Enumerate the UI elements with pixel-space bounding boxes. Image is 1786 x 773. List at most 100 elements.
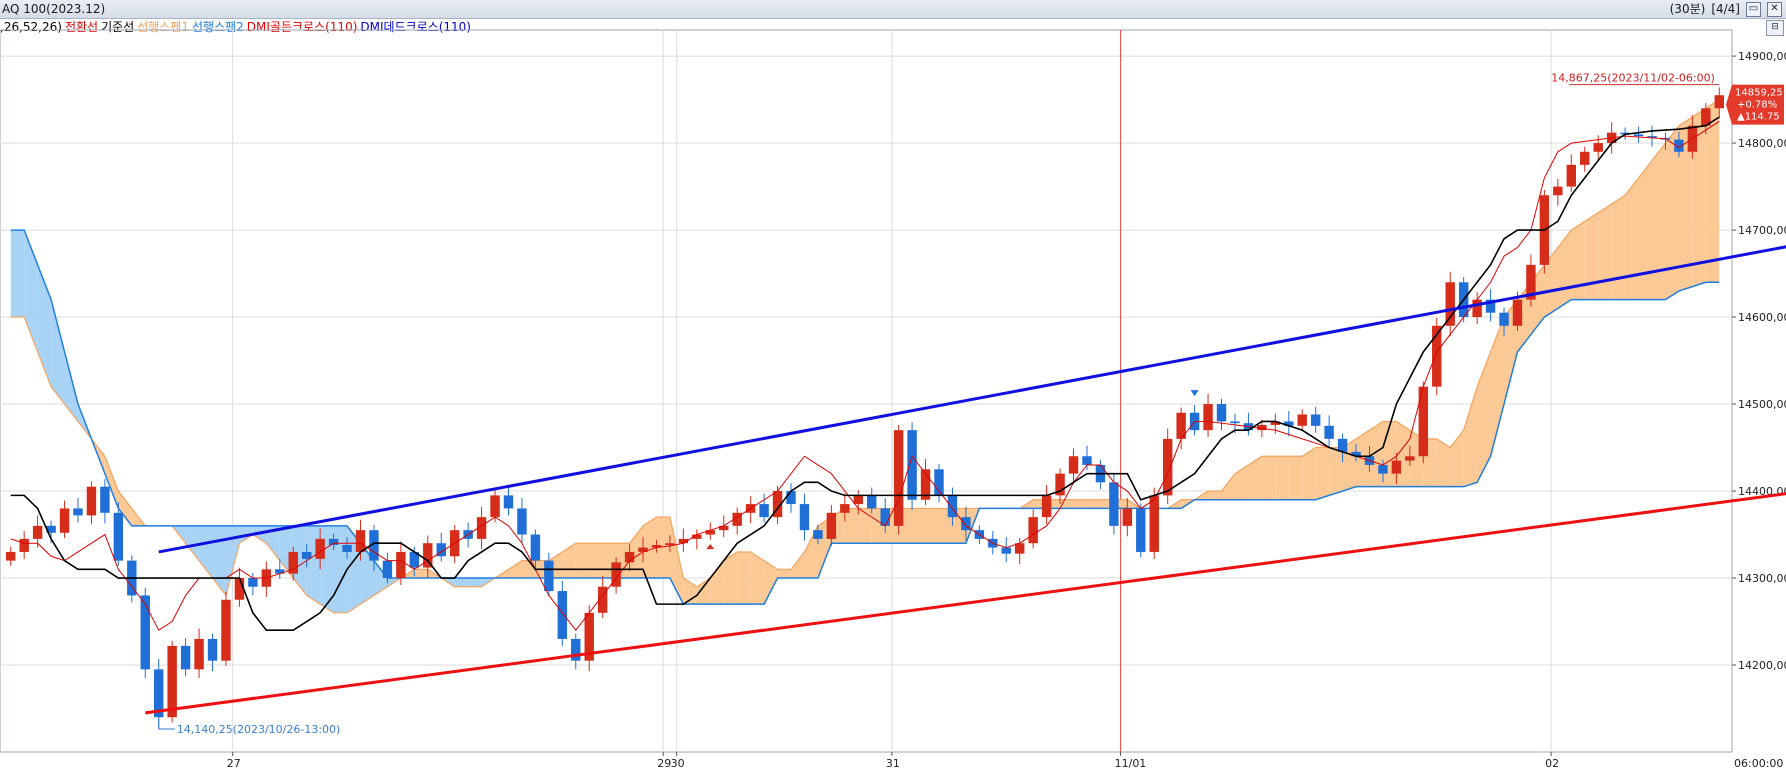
candle-body [32,525,43,539]
candle-body [517,508,527,535]
candle-body [221,599,231,661]
candle-body [947,495,958,518]
candle-body [1445,282,1455,326]
ichimoku-cloud-segment [1248,456,1262,500]
candle-body [301,551,312,559]
golden-cross-marker [706,544,715,550]
tenkan-line [10,120,1720,632]
change-pct-label: +0.78% [1737,100,1777,111]
ichimoku-cloud-segment [1329,447,1343,496]
ichimoku-cloud-segment [1638,160,1653,300]
ichimoku-cloud-segment [1584,212,1599,300]
plot-area [0,29,1733,753]
candle-body [1203,404,1213,431]
ichimoku-cloud-segment [589,543,603,579]
candle-body [234,578,245,600]
ichimoku-cloud-segment [212,525,226,596]
candle-body [1109,482,1119,526]
x-tick-label: 27 [227,757,241,770]
candle-body [1216,404,1227,422]
ichimoku-cloud-segment [737,551,751,605]
ichimoku-cloud-segment [306,525,321,605]
candle-body [1068,456,1079,474]
y-tick-label: 14300,00 [1738,572,1786,585]
ichimoku-cloud-segment [508,560,522,579]
y-tick-label: 14900,00 [1738,50,1786,63]
candle-body [786,491,796,505]
dead-cross-marker [1190,390,1199,397]
candle-body [382,560,393,579]
ichimoku-cloud-segment [1275,456,1289,500]
candle-body [248,578,258,587]
ichimoku-cloud-segment [858,508,872,544]
candle-body [1553,186,1563,196]
last-price-label: 14859,25 [1735,88,1783,99]
candle-body [1593,143,1603,152]
ichimoku-cloud-segment [414,569,428,579]
ichimoku-cloud-segment [1086,499,1101,509]
ichimoku-cloud-segment [710,560,724,605]
y-tick-label: 14200,00 [1738,659,1786,672]
candle-body [1162,438,1173,496]
candle-body [1324,425,1334,439]
candle-body [1082,456,1092,465]
candle-body [396,551,406,579]
candle-body [1378,464,1388,474]
ichimoku-cloud-segment [468,578,482,587]
candle-body [167,645,177,718]
change-abs-label: ▲114.75 [1737,112,1780,123]
candle-body [1391,460,1402,474]
candle-body [342,544,352,552]
ichimoku-cloud-segment [777,569,792,579]
candlestick-chart: 14900,00 14800,00 14700,00 14600,00 14500,00… [0,29,1786,770]
candle-body [893,430,904,526]
ichimoku-cloud-segment [844,508,859,544]
candle-body [544,560,554,592]
candle-body [207,638,218,661]
x-tick-label: 30 [671,757,685,770]
candle-body [1149,495,1159,552]
candle-body [1566,164,1576,187]
low-annotation: 14,140,25(2023/10/26-13:00) [177,723,341,736]
x-time-label: 06:00:00 [1734,757,1783,770]
x-tick-label: 31 [886,757,900,770]
candle-body [867,495,877,509]
ichimoku-cloud-segment [1315,447,1330,500]
candle-body [907,430,917,500]
ichimoku-cloud-segment [1221,473,1235,500]
ichimoku-cloud-segment [1611,195,1626,300]
candle-body [1001,547,1011,554]
candle-body [6,551,16,561]
ichimoku-cloud-segment [454,578,469,587]
candle-body [19,538,29,552]
candle-body [813,530,823,539]
y-tick-label: 14800,00 [1738,137,1786,150]
candle-body [180,645,191,670]
ichimoku-cloud-segment [791,551,805,579]
candle-body [1405,456,1415,461]
candle-body [1418,386,1429,457]
candle-body [1028,517,1038,544]
candle-body [1136,508,1146,552]
candle-body [59,508,70,533]
y-tick-label: 14700,00 [1738,224,1786,237]
ichimoku-cloud-segment [562,543,576,579]
candle-body [557,591,568,639]
candle-body [1580,151,1590,165]
candle-body [113,512,124,561]
ichimoku-cloud-segment [1288,456,1303,500]
candle-body [826,512,837,539]
candle-body [840,504,850,513]
candle-body [194,638,204,670]
x-tick-label: 29 [657,757,671,770]
ichimoku-cloud-segment [1477,351,1491,483]
candle-body [1122,508,1133,526]
candle-body [490,495,500,518]
candle-body [1499,312,1509,326]
candle-body [1512,299,1523,326]
candle-body [571,638,581,661]
ichimoku-cloud-segment [10,230,25,318]
candle-body [1337,438,1348,452]
candle-body [1310,414,1321,426]
candle-body [1041,495,1052,518]
